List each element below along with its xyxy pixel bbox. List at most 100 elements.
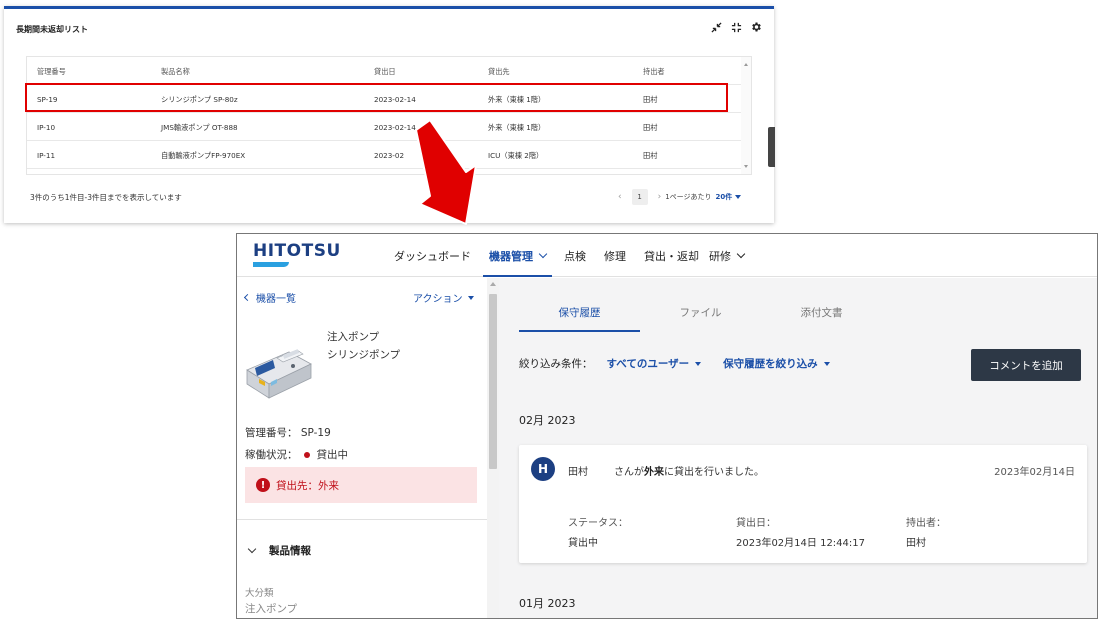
- next-page-button[interactable]: ›: [654, 192, 666, 202]
- gear-icon[interactable]: [750, 21, 762, 33]
- cell-product: JMS輸液ポンプ OT-888: [161, 123, 238, 132]
- history-message: さんが外来に貸出を行いました。: [614, 463, 764, 478]
- chevron-down-icon: [247, 544, 257, 553]
- logo[interactable]: HITOTSU: [253, 241, 341, 267]
- back-link-label: 機器一覧: [256, 294, 296, 305]
- action-menu-button[interactable]: アクション: [413, 290, 474, 305]
- tab-maintenance-history[interactable]: 保守履歴: [519, 299, 640, 332]
- alert-text: 貸出先：外来: [276, 479, 339, 492]
- nav-training[interactable]: 研修: [705, 234, 753, 277]
- caret-down-icon: [467, 295, 474, 300]
- top-navbar: HITOTSU ダッシュボード 機器管理 点検 修理 貸出・返却 研修: [237, 234, 1097, 277]
- status-dot-icon: [303, 451, 310, 458]
- highlight-box: [25, 83, 728, 112]
- chevron-down-icon: [736, 249, 746, 259]
- logo-accent: [253, 262, 289, 267]
- nav-label: 機器管理: [489, 249, 533, 263]
- cell-by: 田村: [643, 123, 658, 132]
- nav-lending[interactable]: 貸出・返却: [635, 234, 705, 277]
- chevron-left-icon: [243, 293, 252, 302]
- msg-text: さんが: [614, 467, 644, 478]
- scroll-thumb[interactable]: [489, 294, 497, 469]
- tab-files[interactable]: ファイル: [640, 299, 761, 332]
- action-label: アクション: [413, 294, 463, 305]
- scroll-down-icon[interactable]: [744, 165, 748, 168]
- status-label: ステータス：: [568, 518, 628, 529]
- caret-down-icon: [823, 361, 830, 366]
- section-title: 製品情報: [269, 545, 311, 557]
- col-header-dest[interactable]: 貸出先: [488, 67, 510, 77]
- add-comment-button[interactable]: コメントを追加: [971, 349, 1081, 381]
- history-entry-card: H 田村 さんが外来に貸出を行いました。 2023年02月14日 ステータス： …: [519, 445, 1087, 563]
- history-date: 2023年02月14日: [994, 467, 1075, 478]
- history-filter-value: 保守履歴を絞り込み: [723, 358, 818, 370]
- card-title: 長期間未返却リスト: [16, 25, 88, 34]
- page-number-button[interactable]: 1: [631, 189, 648, 205]
- product-info-section-toggle[interactable]: 製品情報: [247, 543, 311, 558]
- msg-dest: 外来: [644, 467, 664, 478]
- main-nav: ダッシュボード 機器管理 点検 修理 貸出・返却 研修: [385, 234, 753, 277]
- scroll-up-icon[interactable]: [490, 282, 496, 286]
- left-panel-scrollbar[interactable]: [487, 278, 499, 618]
- history-filter-dropdown[interactable]: 保守履歴を絞り込み: [723, 356, 830, 371]
- nav-dashboard[interactable]: ダッシュボード: [385, 234, 480, 277]
- nav-device-management[interactable]: 機器管理: [480, 234, 555, 277]
- tab-attachments[interactable]: 添付文書: [761, 299, 882, 332]
- month-heading: 02月 2023: [519, 414, 576, 427]
- prev-page-button[interactable]: ‹: [614, 192, 626, 202]
- month-heading: 01月 2023: [519, 597, 576, 610]
- back-to-list-link[interactable]: 機器一覧: [243, 290, 296, 305]
- nav-label: 修理: [604, 249, 626, 263]
- divider: [237, 519, 487, 520]
- per-page-select[interactable]: 20件: [716, 192, 733, 202]
- card-tools: [710, 21, 762, 33]
- nav-repair[interactable]: 修理: [595, 234, 635, 277]
- category-label: 大分類: [245, 588, 274, 599]
- nav-label: 貸出・返却: [644, 249, 699, 263]
- detail-tabs: 保守履歴 ファイル 添付文書: [519, 299, 882, 332]
- table-scrollbar[interactable]: [741, 57, 751, 174]
- logo-text: HITOTSU: [253, 241, 341, 261]
- cell-dest: ICU（東棟 2階）: [488, 151, 544, 160]
- syringe-pump-image: [246, 349, 312, 399]
- product-name: シリンジポンプ: [327, 349, 401, 361]
- annotation-arrow-icon: [415, 120, 477, 225]
- col-header-product[interactable]: 製品名称: [161, 67, 190, 77]
- filter-bar: 絞り込み条件： すべてのユーザー 保守履歴を絞り込み: [519, 356, 830, 371]
- cell-id: IP-10: [37, 123, 56, 132]
- col-header-date[interactable]: 貸出日: [374, 67, 396, 77]
- caret-down-icon: [695, 361, 702, 366]
- holder-label: 持出者：: [906, 518, 946, 529]
- collapse-icon[interactable]: [710, 21, 722, 33]
- col-header-by[interactable]: 持出者: [643, 67, 665, 77]
- side-tab[interactable]: [768, 127, 775, 167]
- user-filter-dropdown[interactable]: すべてのユーザー: [607, 356, 702, 371]
- pagination: ‹ 1 › 1ページあたり 20件: [614, 188, 742, 206]
- nav-label: 研修: [709, 249, 731, 263]
- holder-value: 田村: [906, 538, 926, 549]
- cell-id: IP-11: [37, 151, 56, 160]
- history-panel: 保守履歴 ファイル 添付文書 絞り込み条件： すべてのユーザー 保守履歴を絞り込…: [499, 278, 1097, 618]
- avatar: H: [531, 457, 555, 481]
- status-label: 稼働状況：: [245, 449, 298, 461]
- caret-down-icon[interactable]: [735, 195, 742, 199]
- status-value: 貸出中: [568, 538, 598, 549]
- nav-inspection[interactable]: 点検: [555, 234, 595, 277]
- user-filter-value: すべてのユーザー: [606, 358, 690, 370]
- cell-product: 自動輸液ポンプFP-970EX: [161, 151, 246, 160]
- device-detail-panel: 機器一覧 アクション 注入ポンプ シリンジポンプ 管理番号： SP-19 稼働状…: [237, 278, 487, 618]
- lend-date-value: 2023年02月14日 12:44:17: [736, 538, 865, 549]
- fullscreen-icon[interactable]: [730, 21, 742, 33]
- msg-text: に貸出を行いました。: [664, 467, 764, 478]
- chevron-down-icon: [538, 249, 548, 259]
- cell-dest: 外来（東棟 1階）: [488, 123, 546, 132]
- scroll-up-icon[interactable]: [744, 63, 748, 66]
- table-header: 管理番号 製品名称 貸出日 貸出先 持出者: [27, 57, 741, 85]
- per-page-label: 1ページあたり: [665, 193, 712, 201]
- lend-date-label: 貸出日：: [736, 518, 776, 529]
- filter-label: 絞り込み条件：: [519, 358, 593, 370]
- cell-by: 田村: [643, 151, 658, 160]
- management-number: 管理番号： SP-19: [245, 427, 331, 439]
- nav-label: 点検: [564, 249, 586, 263]
- col-header-id[interactable]: 管理番号: [37, 67, 66, 77]
